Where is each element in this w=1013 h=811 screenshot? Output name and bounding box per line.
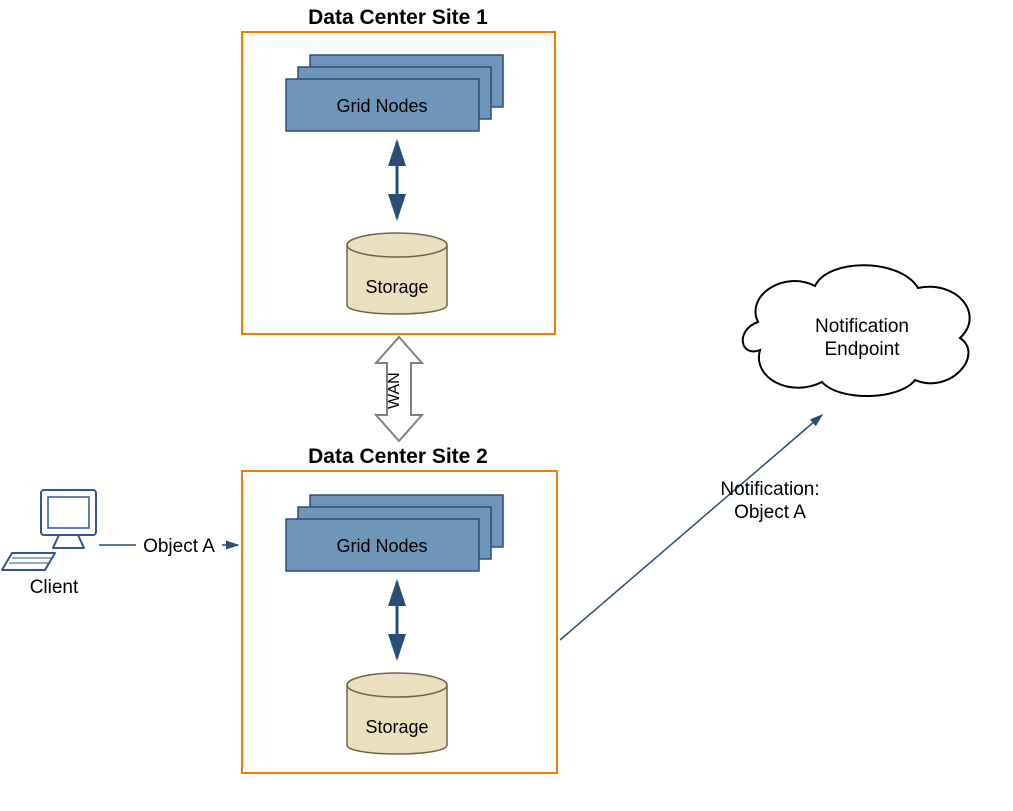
site1-title: Data Center Site 1 [308, 6, 488, 29]
site1-storage: Storage [347, 233, 447, 314]
site2-grid-nodes: Grid Nodes [286, 495, 503, 571]
site2-storage: Storage [347, 673, 447, 754]
site2-title: Data Center Site 2 [308, 445, 488, 468]
site1-grid-nodes: Grid Nodes [286, 55, 503, 131]
diagram-canvas: Data Center Site 1 Grid Nodes Storage WA… [0, 0, 1013, 811]
cloud-label-line2: Endpoint [824, 339, 900, 360]
wan-arrow: WAN [376, 337, 422, 441]
site1-grid-label: Grid Nodes [336, 96, 427, 116]
notification-arrow-label1: Notification: [720, 479, 819, 500]
client-icon [2, 490, 96, 570]
site1-storage-label: Storage [365, 277, 428, 297]
wan-label: WAN [386, 372, 403, 409]
object-a-label: Object A [143, 536, 215, 557]
cloud-label-line1: Notification [815, 316, 909, 337]
client-label: Client [30, 577, 79, 598]
site2-storage-label: Storage [365, 717, 428, 737]
notification-arrow [560, 415, 822, 640]
site2-grid-label: Grid Nodes [336, 536, 427, 556]
notification-cloud: Notification Endpoint [743, 265, 970, 396]
notification-arrow-label2: Object A [734, 502, 806, 523]
